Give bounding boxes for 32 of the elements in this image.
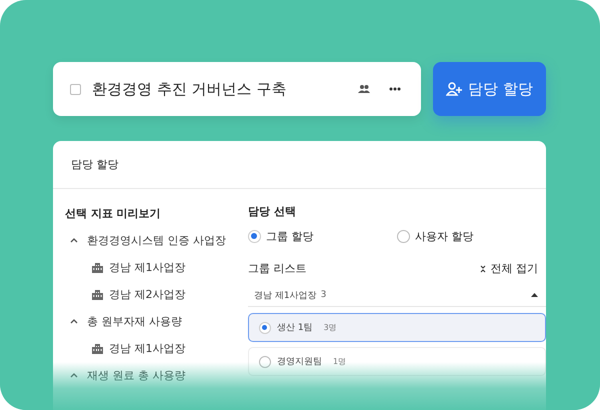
building-icon <box>92 288 103 300</box>
group-name: 경남 제1사업장 <box>254 290 317 302</box>
caret-up-icon <box>70 372 78 378</box>
checkbox[interactable] <box>70 84 81 94</box>
triangle-up-icon <box>531 293 538 297</box>
caret-up-icon <box>70 236 78 244</box>
building-icon <box>92 262 103 272</box>
collapse-icon <box>480 264 486 272</box>
people-icon <box>358 84 370 94</box>
count-label: 3 <box>320 290 326 300</box>
section-heading: 담당 선택 <box>248 204 297 219</box>
task-title: 환경경영 추진 거버넌스 구축 <box>92 80 288 98</box>
section-heading: 선택 지표 미리보기 <box>65 206 162 221</box>
radio-option[interactable]: 사용자 할당 <box>397 229 546 244</box>
group-option[interactable]: 생산 1팀 3명 <box>248 313 546 342</box>
panel-title: 담당 할당 <box>53 141 546 189</box>
list-heading: 그룹 리스트 <box>248 261 306 276</box>
group-header[interactable]: 경남 제1사업장 3 <box>248 284 546 307</box>
tree-item[interactable]: 경남 제1사업장 <box>92 260 236 274</box>
group-option[interactable]: 경영지원팀 1명 <box>248 347 546 376</box>
more-icon[interactable] <box>389 87 401 91</box>
caret-up-icon <box>70 318 78 324</box>
assign-button[interactable]: 담당 할당 <box>433 62 546 116</box>
radio-option[interactable]: 그룹 할당 <box>248 229 397 244</box>
tree-item[interactable]: 환경경영시스템 인증 사업장 <box>70 233 236 247</box>
tree-item[interactable]: 경남 제1사업장 <box>92 341 236 355</box>
add-user-icon <box>446 82 464 96</box>
tree-item[interactable]: 재생 원료 총 사용량 <box>70 368 236 382</box>
tree-item[interactable]: 경남 제2사업장 <box>92 287 236 301</box>
collapse-all-button[interactable]: 전체 접기 <box>480 261 546 276</box>
tree-item[interactable]: 총 원부자재 사용량 <box>70 314 236 328</box>
building-icon <box>92 342 103 354</box>
